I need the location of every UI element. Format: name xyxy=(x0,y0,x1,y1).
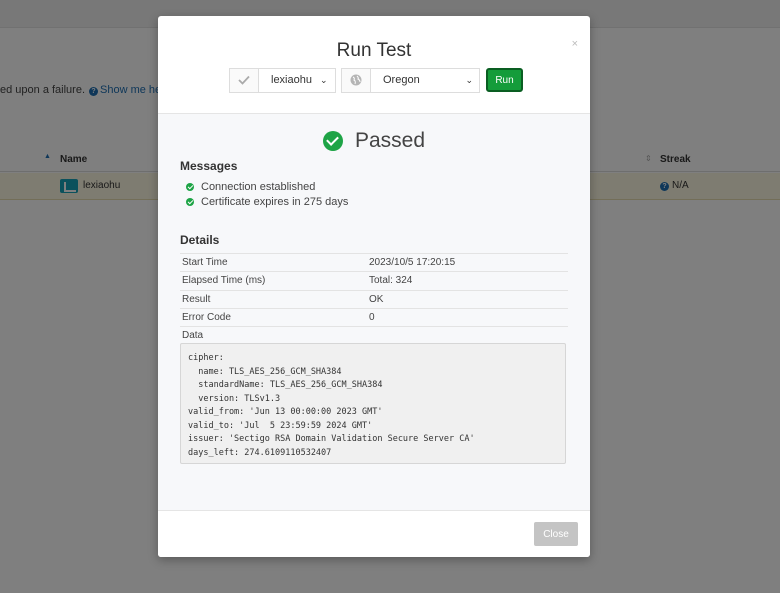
modal-body: Passed Messages Connection established C… xyxy=(158,114,590,510)
check-circle-icon xyxy=(186,198,194,206)
table-row xyxy=(180,326,568,328)
close-icon[interactable]: × xyxy=(572,38,578,50)
chevron-down-icon: ⌄ xyxy=(465,74,473,85)
list-item: Certificate expires in 275 days xyxy=(186,195,348,209)
detail-key: Elapsed Time (ms) xyxy=(182,275,266,287)
details-title: Details xyxy=(180,233,220,247)
list-item: Connection established xyxy=(186,180,348,194)
run-button[interactable]: Run xyxy=(486,68,523,92)
target-select-value: lexiaohu xyxy=(271,74,312,86)
check-icon xyxy=(229,67,259,93)
message-text: Certificate expires in 275 days xyxy=(201,196,349,208)
detail-key: Error Code xyxy=(182,312,231,324)
check-circle-icon xyxy=(186,183,194,191)
details-table: Start Time 2023/10/5 17:20:15 Elapsed Ti… xyxy=(180,253,568,328)
region-select-value: Oregon xyxy=(383,74,420,86)
data-label: Data xyxy=(182,330,204,341)
table-row: Start Time 2023/10/5 17:20:15 xyxy=(180,253,568,271)
table-row: Error Code 0 xyxy=(180,307,568,326)
status-label: Passed xyxy=(354,129,426,152)
modal-header: Run Test × lexiaohu ⌄ Oregon ⌄ Run xyxy=(158,16,590,114)
table-row: Elapsed Time (ms) Total: 324 xyxy=(180,271,568,289)
region-select[interactable]: Oregon ⌄ xyxy=(371,67,480,93)
globe-icon xyxy=(341,67,371,93)
run-controls: lexiaohu ⌄ Oregon ⌄ Run xyxy=(229,67,523,93)
detail-value: 0 xyxy=(369,312,375,324)
close-button[interactable]: Close xyxy=(534,522,578,546)
data-output: cipher: name: TLS_AES_256_GCM_SHA384 sta… xyxy=(180,343,566,464)
detail-value: OK xyxy=(369,293,384,305)
chevron-down-icon: ⌄ xyxy=(319,74,328,85)
status-banner: Passed xyxy=(158,129,590,153)
messages-list: Connection established Certificate expir… xyxy=(186,180,348,210)
message-text: Connection established xyxy=(201,181,316,193)
detail-key: Result xyxy=(182,293,211,305)
modal-title: Run Test xyxy=(336,40,412,61)
modal-footer: Close xyxy=(158,510,590,557)
detail-value: Total: 324 xyxy=(369,275,413,287)
target-select[interactable]: lexiaohu ⌄ xyxy=(259,67,336,93)
detail-value: 2023/10/5 17:20:15 xyxy=(369,257,456,269)
check-circle-icon xyxy=(322,131,343,151)
run-test-modal: Run Test × lexiaohu ⌄ Oregon ⌄ Run Passe… xyxy=(158,16,590,557)
table-row: Result OK xyxy=(180,289,568,308)
messages-title: Messages xyxy=(180,159,238,173)
detail-key: Start Time xyxy=(182,257,228,269)
